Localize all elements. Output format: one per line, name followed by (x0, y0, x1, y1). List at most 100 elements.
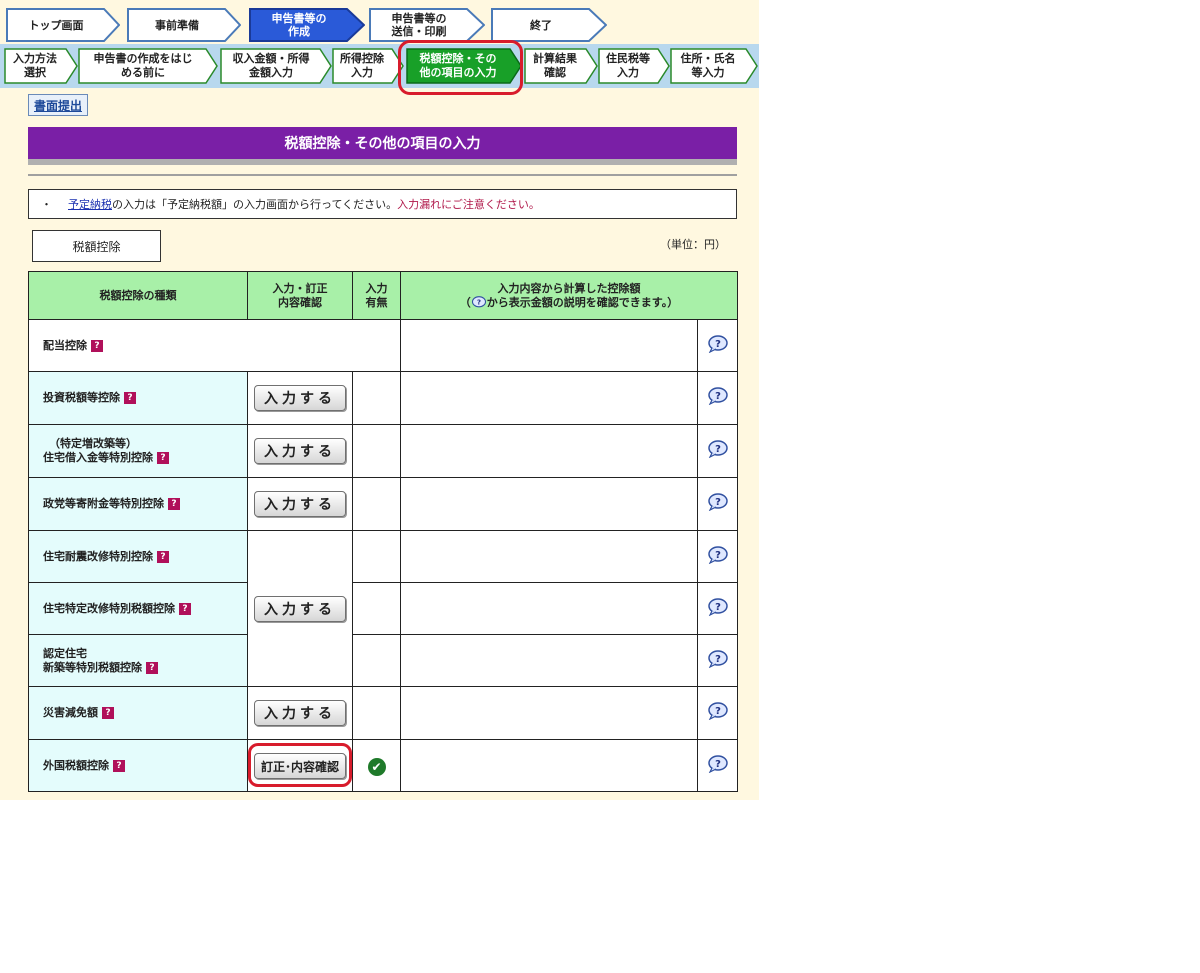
help-icon[interactable]: ? (146, 661, 158, 674)
step-label: 申告書等の 作成 (271, 12, 327, 38)
help-icon[interactable]: ? (91, 339, 103, 352)
table-row: 投資税額等控除? 入力する ? (28, 371, 738, 425)
step-end[interactable]: 終了 (491, 8, 607, 42)
row-name-cell: 投資税額等控除? (28, 371, 248, 425)
help-bubble-icon[interactable]: ? (707, 493, 729, 511)
prepaid-tax-link[interactable]: 予定納税 (68, 196, 112, 212)
help-icon[interactable]: ? (168, 498, 180, 510)
substep-label: 入力方法 選択 (13, 52, 57, 79)
table-row: 配当控除? ? (28, 319, 738, 372)
substep-address[interactable]: 住所・氏名 等入力 (670, 48, 758, 84)
step-label: 終了 (530, 18, 552, 32)
divider (28, 174, 737, 176)
help-bubble-icon[interactable]: ? (707, 649, 729, 668)
help-cell: ? (697, 424, 738, 478)
section-label: 税額控除 (32, 230, 161, 262)
svg-text:?: ? (715, 550, 721, 561)
input-button[interactable]: 入力する (254, 438, 346, 464)
help-icon[interactable]: ? (102, 707, 114, 719)
help-bubble-icon: ? (471, 296, 486, 308)
amount-cell (400, 424, 698, 478)
help-bubble-icon[interactable]: ? (707, 440, 729, 458)
svg-text:?: ? (715, 444, 721, 455)
step-label: トップ画面 (28, 18, 84, 32)
substep-deduction[interactable]: 所得控除 入力 (332, 48, 404, 84)
amount-cell (400, 530, 698, 583)
header-input: 入力・訂正 内容確認 (247, 271, 353, 320)
substep-label: 申告書の作成をはじ める前に (93, 52, 193, 79)
help-cell: ? (697, 477, 738, 531)
help-bubble-icon[interactable]: ? (707, 702, 729, 720)
table-row: 政党等寄附金等特別控除? 入力する ? (28, 477, 738, 531)
help-bubble-icon[interactable]: ? (707, 545, 729, 564)
row-name-cell: 政党等寄附金等特別控除? (28, 477, 248, 531)
notice-box: ・ 予定納税 の入力は「予定納税額」の入力画面から行ってください。 入力漏れにご… (28, 189, 737, 219)
help-bubble-icon[interactable]: ? (707, 387, 729, 405)
has-input-cell (352, 530, 401, 583)
highlight-current-substep (398, 40, 523, 95)
table-row: 認定住宅 新築等特別税額控除? ? (28, 634, 738, 687)
help-cell: ? (697, 530, 738, 583)
table-row: （特定増改築等） 住宅借入金等特別控除? 入力する ? (28, 424, 738, 478)
substep-resident-tax[interactable]: 住民税等 入力 (598, 48, 670, 84)
input-button[interactable]: 入力する (254, 595, 346, 622)
input-button[interactable]: 入力する (254, 385, 346, 411)
help-cell: ? (697, 634, 738, 687)
table-row: 住宅特定改修特別税額控除? ? (28, 582, 738, 635)
button-cell: 入力する (247, 530, 353, 687)
substep-income[interactable]: 収入金額・所得 金額入力 (220, 48, 332, 84)
substep-before-start[interactable]: 申告書の作成をはじ める前に (78, 48, 218, 84)
header-has-input: 入力 有無 (352, 271, 401, 320)
notice-text: の入力は「予定納税額」の入力画面から行ってください。 (112, 198, 398, 211)
amount-cell (400, 686, 698, 740)
amount-cell (400, 371, 698, 425)
help-icon[interactable]: ? (113, 759, 125, 772)
svg-text:?: ? (715, 654, 721, 665)
substep-label: 住民税等 入力 (606, 52, 650, 79)
input-button[interactable]: 入力する (254, 700, 346, 726)
help-cell: ? (697, 739, 738, 792)
has-input-cell (352, 686, 401, 740)
row-name-cell: 認定住宅 新築等特別税額控除? (28, 634, 248, 687)
input-button[interactable]: 入力する (254, 491, 346, 517)
step-send[interactable]: 申告書等の 送信・印刷 (369, 8, 485, 42)
has-input-cell (352, 634, 401, 687)
step-bar: トップ画面 事前準備 申告書等の 作成 申告書等の 送信・印刷 終了 (0, 8, 759, 44)
help-cell: ? (697, 582, 738, 635)
table-row: 住宅耐震改修特別控除? 入力する ? (28, 530, 738, 687)
help-bubble-icon[interactable]: ? (707, 334, 729, 353)
tax-credit-table: 税額控除の種類 入力・訂正 内容確認 入力 有無 入力内容から計算した控除額 （… (28, 271, 738, 792)
step-create[interactable]: 申告書等の 作成 (249, 8, 365, 42)
help-bubble-icon[interactable]: ? (707, 754, 729, 773)
paper-submit-button[interactable]: 書面提出 (28, 94, 88, 116)
highlight-edit-button (248, 743, 352, 787)
table-header-row: 税額控除の種類 入力・訂正 内容確認 入力 有無 入力内容から計算した控除額 （… (28, 271, 738, 320)
step-label: 申告書等の 送信・印刷 (391, 12, 447, 38)
step-top[interactable]: トップ画面 (6, 8, 120, 42)
amount-cell (400, 319, 698, 372)
notice-bullet: ・ (41, 198, 52, 211)
step-prep[interactable]: 事前準備 (127, 8, 241, 42)
header-amount-line1: 入力内容から計算した控除額 (497, 281, 641, 295)
help-bubble-icon[interactable]: ? (707, 597, 729, 616)
svg-text:?: ? (715, 339, 721, 350)
help-icon[interactable]: ? (157, 452, 169, 464)
substep-input-method[interactable]: 入力方法 選択 (4, 48, 78, 84)
substep-label: 計算結果 確認 (533, 52, 577, 79)
header-amount: 入力内容から計算した控除額 （? から表示金額の説明を確認できます。） (400, 271, 738, 320)
has-input-cell (352, 371, 401, 425)
table-row: 災害減免額? 入力する ? (28, 686, 738, 740)
amount-cell (400, 582, 698, 635)
substep-label: 住所・氏名 等入力 (680, 52, 736, 79)
table-row: 外国税額控除? 訂正･内容確認 ✔ ? (28, 739, 738, 792)
help-icon[interactable]: ? (179, 602, 191, 615)
substep-result[interactable]: 計算結果 確認 (524, 48, 598, 84)
notice-warning: 入力漏れにご注意ください。 (397, 198, 540, 211)
button-cell: 入力する (247, 424, 353, 478)
svg-text:?: ? (715, 602, 721, 613)
header-amount-line2: （? から表示金額の説明を確認できます。） (459, 295, 679, 309)
help-icon[interactable]: ? (124, 392, 136, 404)
has-input-cell (352, 477, 401, 531)
header-kind: 税額控除の種類 (28, 271, 248, 320)
help-icon[interactable]: ? (157, 550, 169, 563)
